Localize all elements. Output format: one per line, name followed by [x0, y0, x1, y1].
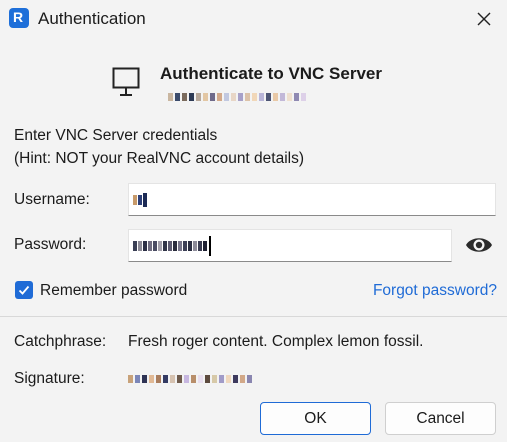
- remember-password-label[interactable]: Remember password: [40, 282, 187, 300]
- show-password-button[interactable]: [464, 232, 494, 258]
- signature-value-redacted: [128, 372, 323, 386]
- divider: [0, 316, 507, 317]
- remember-password-checkbox[interactable]: [15, 281, 33, 299]
- realvnc-app-icon: R: [9, 8, 29, 28]
- password-field[interactable]: [128, 229, 452, 262]
- instructions-line-1: Enter VNC Server credentials: [14, 127, 218, 144]
- catchphrase-value: Fresh roger content. Complex lemon fossi…: [128, 333, 424, 350]
- username-field[interactable]: [128, 183, 496, 216]
- catchphrase-label: Catchphrase:: [14, 333, 107, 350]
- password-value-redacted: [133, 239, 207, 253]
- credentials-instructions: Enter VNC Server credentials (Hint: NOT …: [14, 124, 304, 170]
- forgot-password-link[interactable]: Forgot password?: [373, 282, 497, 300]
- title-bar: R Authentication: [0, 0, 507, 38]
- password-label: Password:: [14, 236, 87, 253]
- monitor-icon: [112, 67, 140, 96]
- authentication-dialog: R Authentication Authenticate to VNC Ser…: [0, 0, 507, 442]
- ok-button[interactable]: OK: [260, 402, 371, 435]
- signature-label: Signature:: [14, 370, 85, 387]
- instructions-hint: (Hint: NOT your RealVNC account details): [14, 150, 305, 167]
- checkmark-icon: [18, 285, 30, 295]
- username-label: Username:: [14, 191, 90, 208]
- eye-icon: [466, 238, 492, 252]
- close-icon: [477, 12, 491, 26]
- server-address-redacted: [168, 90, 350, 104]
- window-title: Authentication: [38, 9, 146, 28]
- close-button[interactable]: [471, 6, 497, 32]
- username-value-redacted: [133, 192, 147, 207]
- text-caret: [209, 235, 211, 256]
- cancel-button[interactable]: Cancel: [385, 402, 496, 435]
- dialog-heading: Authenticate to VNC Server: [160, 64, 382, 83]
